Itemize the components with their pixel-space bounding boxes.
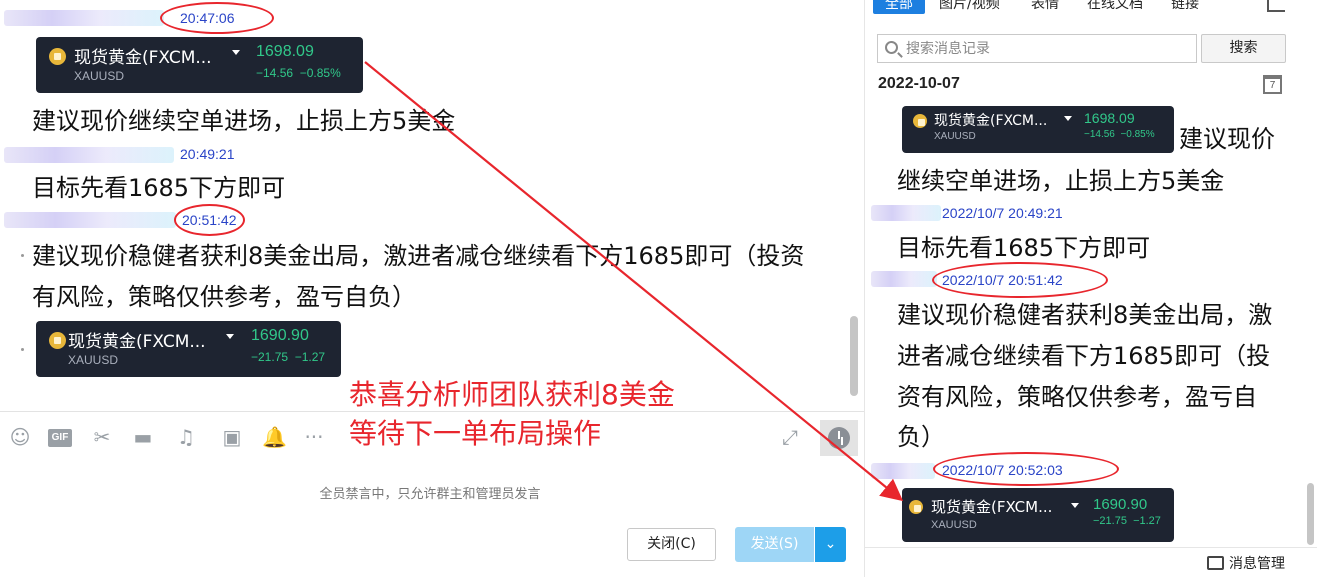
search-icon (885, 41, 898, 54)
message-text-line: 负） (897, 423, 945, 451)
quote-symbol: XAUUSD (74, 69, 125, 83)
quote-symbol: XAUUSD (934, 131, 976, 142)
quote-change: −14.56 −0.85% (1084, 129, 1155, 140)
gold-coin-icon (913, 114, 927, 128)
more-icon[interactable]: ··· (302, 425, 326, 449)
gold-coin-icon (49, 48, 66, 65)
message-management-button[interactable]: 消息管理 (1207, 553, 1285, 573)
caret-down-icon (1064, 116, 1072, 121)
quote-price: 1690.90 (1093, 496, 1148, 513)
message-text-line: 建议现价稳健者获利8美金出局，激进者减仓继续看下方1685即可（投资 (32, 242, 805, 270)
mute-notice: 全员禁言中，只允许群主和管理员发言 (319, 487, 541, 502)
quote-symbol: XAUUSD (68, 353, 119, 367)
tab-links[interactable]: 链接 (1171, 0, 1199, 14)
calendar-icon[interactable]: 7 (1263, 75, 1282, 94)
sender-name-blurred (4, 10, 164, 26)
gold-quote-card[interactable]: 现货黄金(FXCM... XAUUSD 1690.90 −21.75 −1.27 (36, 321, 341, 377)
send-options-dropdown[interactable]: ⌄ (815, 527, 846, 562)
quote-name: 现货黄金(FXCM... (931, 498, 1053, 516)
history-search-field[interactable] (877, 34, 1197, 63)
scissors-icon[interactable]: ✂ (90, 425, 114, 449)
tab-all[interactable]: 全部 (873, 0, 925, 14)
quote-symbol: XAUUSD (931, 519, 977, 531)
message-manage-icon (1207, 556, 1224, 570)
caret-down-icon (1071, 503, 1079, 508)
gif-icon[interactable]: GIF (48, 429, 72, 447)
send-button[interactable]: 发送(S) (735, 527, 814, 562)
quote-price: 1698.09 (1084, 110, 1135, 126)
message-history-button[interactable] (820, 420, 858, 456)
emoji-icon[interactable]: ☺ (8, 425, 32, 449)
message-text-line: 资有风险，策略仅供参考，盈亏自 (897, 383, 1257, 411)
sender-name-blurred (871, 205, 941, 221)
sender-name-blurred (4, 212, 176, 228)
caret-down-icon (232, 50, 240, 55)
message-text-line: 有风险，策略仅供参考，盈亏自负） (32, 283, 416, 311)
quote-name: 现货黄金(FXCM... (74, 48, 212, 68)
caret-down-icon (226, 334, 234, 339)
bullet-dot (21, 348, 24, 351)
gold-quote-card[interactable]: 现货黄金(FXCM... XAUUSD 1698.09 −14.56 −0.85… (902, 106, 1174, 153)
gold-coin-icon (909, 500, 923, 514)
gold-quote-card[interactable]: 现货黄金(FXCM... XAUUSD 1698.09 −14.56 −0.85… (36, 37, 363, 93)
tab-docs[interactable]: 在线文档 (1087, 0, 1143, 14)
message-text: 建议现价继续空单进场，止损上方5美金 (32, 107, 456, 135)
image-icon[interactable]: ▣ (220, 425, 244, 449)
highlight-ellipse (160, 2, 274, 34)
music-icon[interactable]: ♫ (174, 425, 198, 449)
message-timestamp: 20:49:21 (180, 146, 235, 162)
message-text: 目标先看1685下方即可 (32, 174, 286, 202)
quote-price: 1698.09 (256, 43, 314, 60)
highlight-ellipse (174, 204, 245, 236)
quote-name: 现货黄金(FXCM... (934, 113, 1048, 129)
highlight-ellipse (933, 452, 1119, 486)
sender-name-blurred (871, 463, 935, 479)
highlight-ellipse (932, 262, 1108, 298)
folder-icon[interactable]: ▬ (131, 425, 155, 449)
app-window: 20:47:06 现货黄金(FXCM... XAUUSD 1698.09 −14… (0, 0, 1317, 577)
divider (865, 547, 1317, 548)
chat-area: 20:47:06 现货黄金(FXCM... XAUUSD 1698.09 −14… (0, 0, 864, 577)
tab-stickers[interactable]: 表情 (1031, 0, 1059, 14)
close-button[interactable]: 关闭(C) (627, 528, 716, 561)
expand-icon[interactable]: ⤢ (778, 425, 802, 449)
quote-change: −21.75 −1.27 (251, 350, 326, 364)
search-button[interactable]: 搜索 (1201, 34, 1286, 63)
history-scrollbar[interactable] (1307, 483, 1314, 545)
filter-icon[interactable] (1267, 0, 1285, 12)
message-text-line: 建议现价稳健者获利8美金出局，激 (897, 301, 1273, 329)
sender-name-blurred (4, 147, 174, 163)
quote-price: 1690.90 (251, 327, 309, 344)
bell-icon[interactable]: 🔔 (262, 425, 287, 449)
sender-name-blurred (871, 271, 937, 287)
gold-quote-card[interactable]: 现货黄金(FXCM... XAUUSD 1690.90 −21.75 −1.27 (902, 488, 1174, 542)
message-text-line: 进者减仓继续看下方1685即可（投 (897, 342, 1271, 370)
chat-scrollbar[interactable] (850, 316, 858, 396)
quote-change: −14.56 −0.85% (256, 66, 341, 80)
history-panel: 全部 图片/视频 表情 在线文档 链接 搜索 2022-10-07 7 现货黄金… (864, 0, 1317, 577)
annotation-text: 恭喜分析师团队获利8美金 (349, 378, 675, 411)
history-search-input[interactable] (906, 39, 1186, 59)
clock-icon (828, 427, 850, 449)
quote-change: −21.75 −1.27 (1093, 515, 1161, 527)
gold-coin-icon (49, 332, 66, 349)
date-header: 2022-10-07 (878, 75, 960, 92)
tab-media[interactable]: 图片/视频 (939, 0, 1000, 14)
message-text-line: 建议现价 (1179, 125, 1275, 153)
input-toolbar: ☺ GIF ✂ ▬ ♫ ▣ 🔔 ··· ⤢ (0, 411, 864, 461)
message-timestamp: 2022/10/7 20:49:21 (942, 205, 1063, 221)
bullet-dot (21, 254, 24, 257)
message-text-line: 继续空单进场，止损上方5美金 (897, 167, 1225, 195)
quote-name: 现货黄金(FXCM... (68, 332, 206, 352)
